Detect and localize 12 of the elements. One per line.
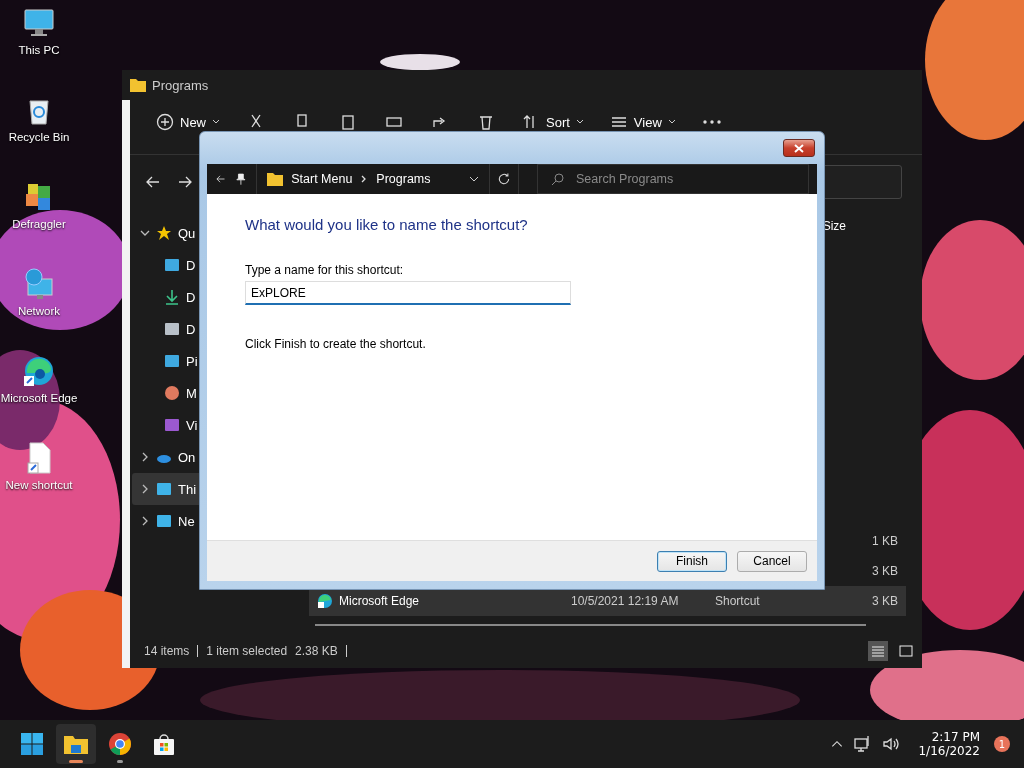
file-size: 3 KB — [872, 594, 898, 608]
selection-size: 2.38 KB — [295, 644, 338, 658]
file-date: 10/5/2021 12:19 AM — [571, 594, 680, 608]
instruction-text: Click Finish to create the shortcut. — [245, 337, 427, 351]
item-count: 14 items — [144, 644, 190, 658]
selection-info: 1 item selected — [206, 644, 288, 658]
dialog-heading: What would you like to name the shortcut? — [245, 216, 529, 233]
window-title: Programs — [152, 77, 209, 93]
file-name: Microsoft Edge — [339, 594, 421, 608]
file-type: Shortcut — [715, 594, 760, 608]
file-size: 1 KB — [872, 534, 898, 548]
field-label: Type a name for this shortcut: — [245, 263, 405, 277]
